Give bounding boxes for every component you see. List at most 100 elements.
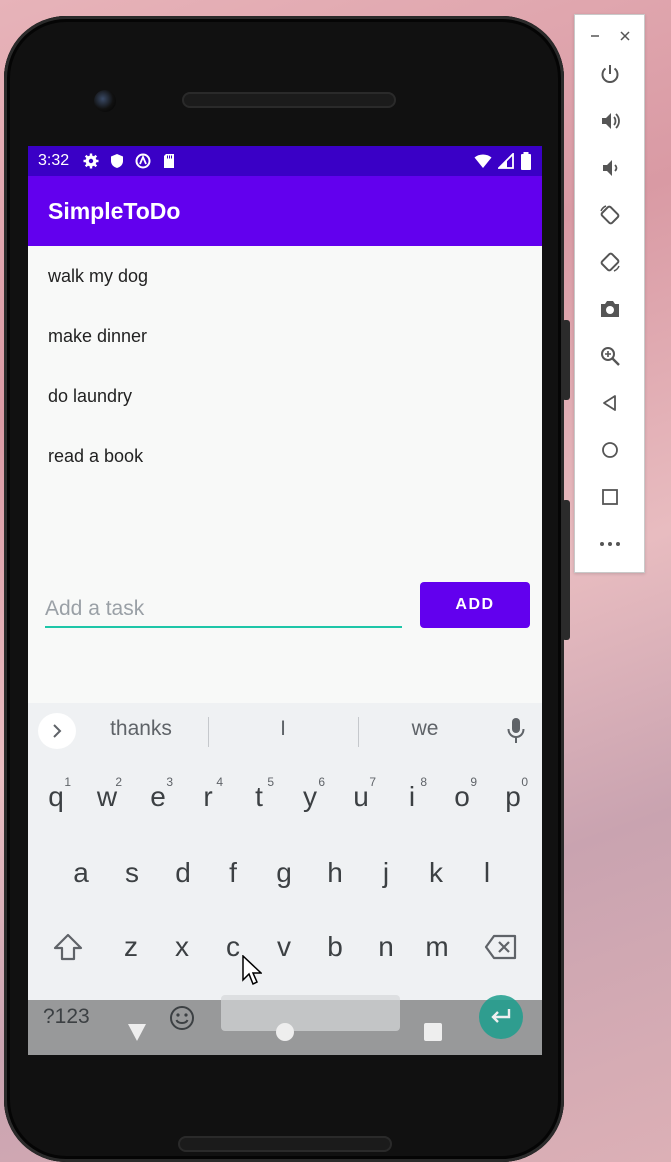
task-list: walk my dog make dinner do laundry read …: [28, 246, 542, 486]
key-l[interactable]: l: [464, 843, 510, 903]
key-s[interactable]: s: [109, 843, 155, 903]
key-f[interactable]: f: [210, 843, 256, 903]
suggestion-strip: thanks I we: [28, 703, 542, 759]
key-v[interactable]: v: [261, 917, 307, 977]
phone-power-button: [562, 320, 570, 400]
status-time: 3:32: [38, 152, 70, 169]
home-icon: [602, 442, 618, 458]
key-i[interactable]: i8: [389, 767, 435, 827]
app-bar: SimpleToDo: [28, 176, 542, 246]
power-button[interactable]: [597, 61, 623, 87]
overview-button[interactable]: [597, 484, 623, 510]
earpiece-speaker: [182, 92, 396, 108]
task-input[interactable]: [45, 592, 402, 628]
bottom-speaker: [178, 1136, 392, 1152]
suggestion-divider: [208, 717, 209, 747]
battery-icon: [521, 152, 531, 170]
close-icon[interactable]: [619, 30, 631, 42]
emulator-toolbar: [574, 14, 645, 573]
signal-icon: [498, 153, 514, 169]
key-d[interactable]: d: [160, 843, 206, 903]
volume-down-button[interactable]: [597, 155, 623, 181]
task-label: do laundry: [48, 385, 133, 406]
add-button[interactable]: ADD: [420, 582, 530, 628]
app-title: SimpleToDo: [48, 197, 181, 224]
volume-up-icon: [602, 113, 620, 129]
sd-card-icon: [164, 154, 175, 168]
shift-icon: [53, 933, 83, 961]
volume-down-icon: [603, 160, 618, 176]
key-t[interactable]: t5: [236, 767, 282, 827]
zoom-button[interactable]: [597, 343, 623, 369]
key-p[interactable]: p0: [490, 767, 536, 827]
task-item[interactable]: make dinner: [28, 306, 542, 366]
task-label: read a book: [48, 445, 144, 466]
device-screen: 3:32 SimpleToDo walk my dog make dinner …: [28, 146, 542, 1055]
key-z[interactable]: z: [108, 917, 154, 977]
chevron-right-icon: [53, 724, 62, 738]
wifi-icon: [474, 154, 492, 168]
more-button[interactable]: [597, 531, 623, 557]
front-camera: [94, 90, 116, 112]
more-icon: [600, 542, 620, 546]
enter-icon: [491, 1009, 511, 1023]
overview-icon: [602, 489, 618, 505]
symbols-key[interactable]: ?123: [43, 1005, 90, 1029]
key-r[interactable]: r4: [185, 767, 231, 827]
key-row-3: z x c v b n m: [28, 917, 542, 987]
key-u[interactable]: u7: [338, 767, 384, 827]
rotate-right-icon: [600, 252, 620, 272]
screenshot-button[interactable]: [597, 296, 623, 322]
key-j[interactable]: j: [363, 843, 409, 903]
rotate-left-icon: [600, 205, 620, 225]
key-m[interactable]: m: [414, 917, 460, 977]
task-item[interactable]: walk my dog: [28, 246, 542, 306]
status-bar: 3:32: [28, 146, 542, 176]
key-a[interactable]: a: [58, 843, 104, 903]
expand-suggestions-button[interactable]: [38, 713, 76, 749]
mouse-cursor-icon: [242, 955, 262, 986]
key-g[interactable]: g: [261, 843, 307, 903]
vpn-icon: [135, 153, 151, 169]
rotate-right-button[interactable]: [597, 249, 623, 275]
key-w[interactable]: w2: [84, 767, 130, 827]
suggestion-3[interactable]: we: [360, 717, 490, 741]
microphone-icon[interactable]: [506, 717, 526, 745]
enter-key[interactable]: [479, 995, 523, 1039]
task-item[interactable]: do laundry: [28, 366, 542, 426]
home-button[interactable]: [597, 437, 623, 463]
suggestion-divider: [358, 717, 359, 747]
key-k[interactable]: k: [413, 843, 459, 903]
space-bar[interactable]: [221, 995, 400, 1031]
rotate-left-button[interactable]: [597, 202, 623, 228]
shift-key[interactable]: [45, 917, 91, 977]
key-o[interactable]: o9: [439, 767, 485, 827]
key-row-2: a s d f g h j k l: [28, 843, 542, 913]
gear-icon: [83, 153, 99, 169]
back-nav-icon[interactable]: [126, 1021, 148, 1043]
key-n[interactable]: n: [363, 917, 409, 977]
key-e[interactable]: e3: [135, 767, 181, 827]
suggestion-1[interactable]: thanks: [76, 717, 206, 741]
power-icon: [601, 65, 619, 83]
phone-volume-rocker: [562, 500, 570, 640]
backspace-key[interactable]: [478, 917, 524, 977]
emoji-icon[interactable]: [169, 1005, 195, 1031]
key-row-1: q1 w2 e3 r4 t5 y6 u7 i8 o9 p0: [28, 767, 542, 837]
suggestion-2[interactable]: I: [218, 717, 348, 741]
key-y[interactable]: y6: [287, 767, 333, 827]
key-x[interactable]: x: [159, 917, 205, 977]
overview-nav-icon[interactable]: [424, 1023, 442, 1041]
minimize-icon[interactable]: [589, 31, 601, 41]
zoom-icon: [601, 347, 620, 366]
volume-up-button[interactable]: [597, 108, 623, 134]
camera-icon: [601, 301, 619, 317]
task-label: walk my dog: [48, 265, 149, 286]
toolbar-window-controls: [575, 25, 646, 45]
key-h[interactable]: h: [312, 843, 358, 903]
back-button[interactable]: [597, 390, 623, 416]
key-b[interactable]: b: [312, 917, 358, 977]
task-item[interactable]: read a book: [28, 426, 542, 486]
home-nav-icon[interactable]: [276, 1023, 294, 1041]
key-q[interactable]: q1: [33, 767, 79, 827]
